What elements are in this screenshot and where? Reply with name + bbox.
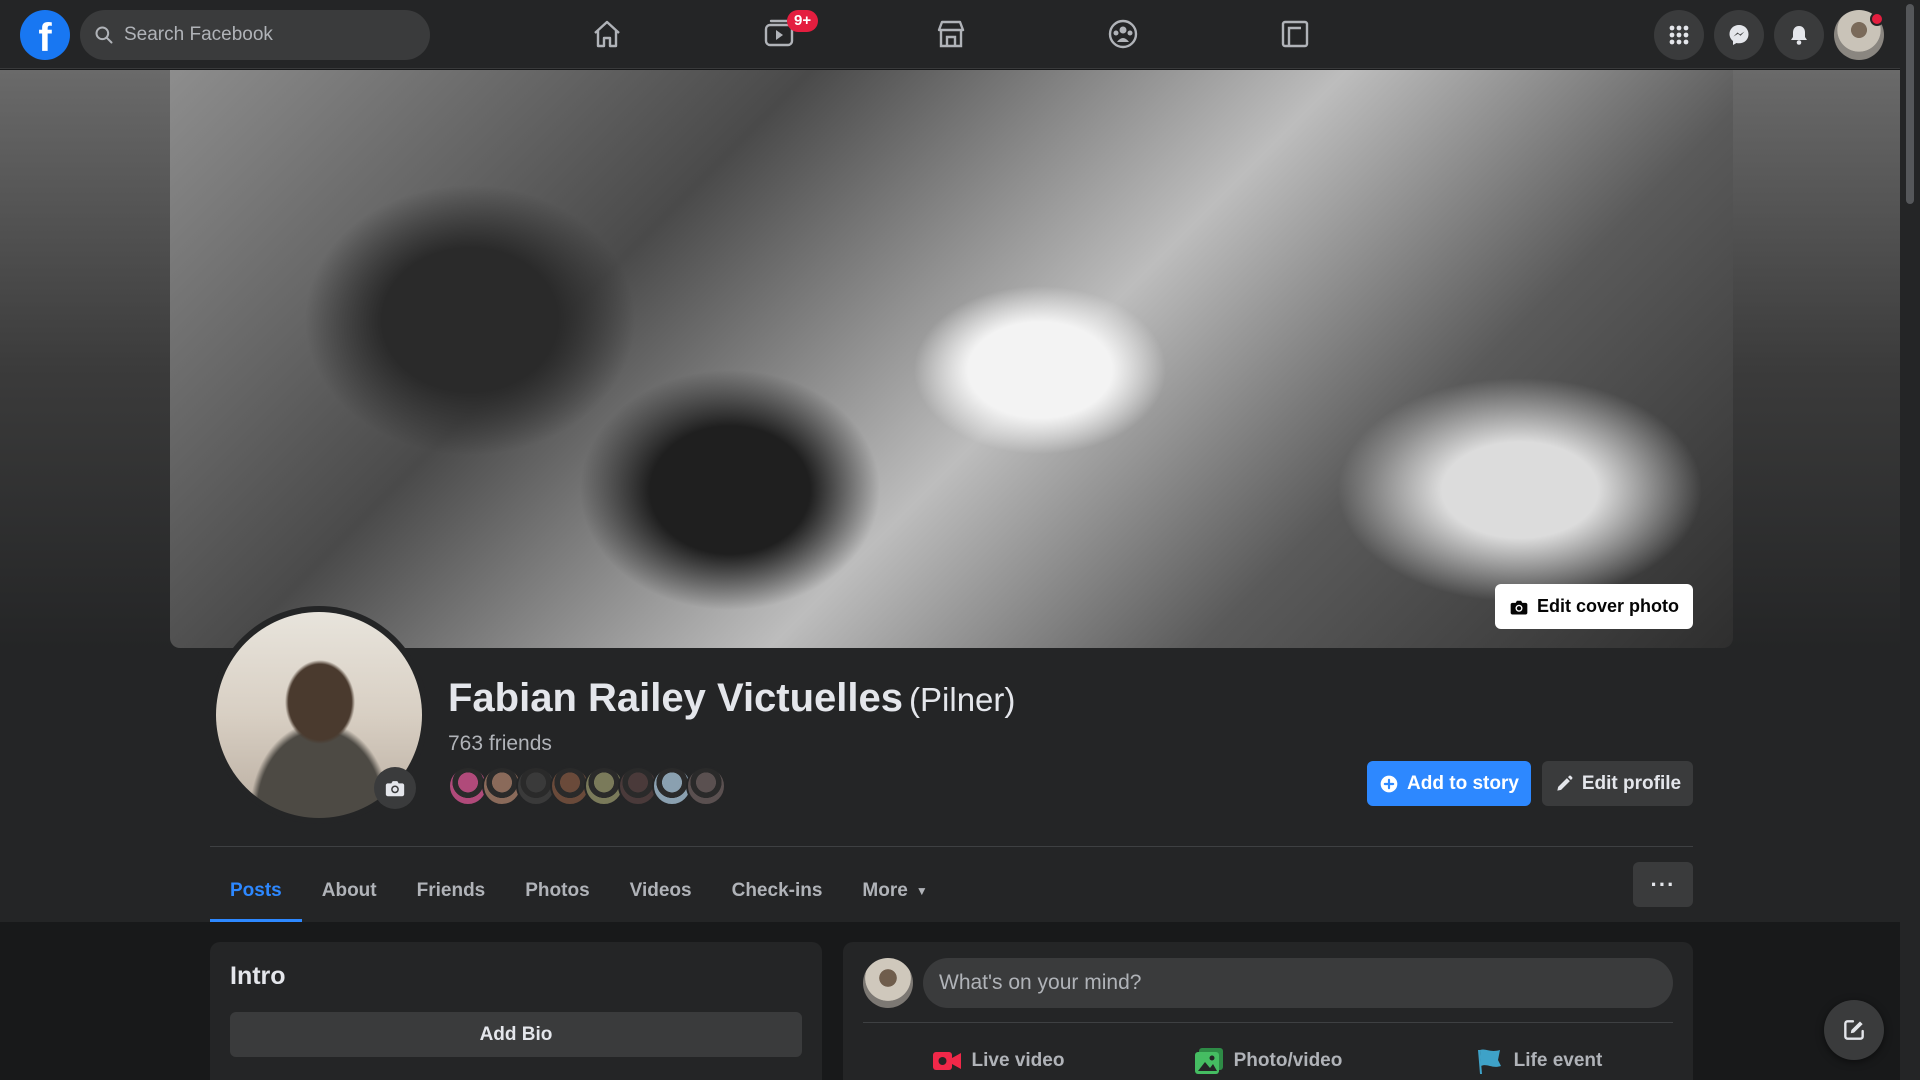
top-navigation-bar: f 9+ [0,0,1900,69]
camera-icon [1510,600,1528,614]
facebook-logo[interactable]: f [20,10,70,60]
composer-actions: Live video Photo/video Life event [863,1036,1673,1080]
add-bio-button[interactable]: Add Bio [230,1012,802,1057]
menu-button[interactable] [1654,10,1704,60]
life-event-label: Life event [1513,1050,1603,1071]
friend-avatar-stack[interactable] [448,766,726,806]
new-message-button[interactable] [1824,1000,1884,1060]
home-icon [594,20,620,48]
camera-icon [385,781,405,797]
notifications-button[interactable] [1774,10,1824,60]
scrollbar-thumb[interactable] [1906,4,1914,204]
profile-name: Fabian Railey Victuelles [448,676,904,720]
menu-grid-icon [1669,25,1689,45]
tab-photos[interactable]: Photos [505,860,609,922]
messenger-button[interactable] [1714,10,1764,60]
friends-count-link[interactable]: 763 friends [448,732,552,756]
nav-groups[interactable] [1059,6,1187,62]
nav-watch[interactable]: 9+ [715,6,843,62]
search-icon [95,26,113,44]
post-composer-card: What's on your mind? Live video Photo/vi… [843,942,1693,1080]
plus-circle-icon [1380,775,1398,792]
post-composer-input[interactable]: What's on your mind? [923,958,1673,1008]
live-video-label: Live video [971,1050,1065,1071]
search-bar[interactable] [80,10,430,60]
profile-divider [210,846,1693,847]
tab-friends[interactable]: Friends [397,860,506,922]
profile-name-line: Fabian Railey Victuelles (Pilner) [448,676,1015,721]
edit-profile-label: Edit profile [1581,772,1682,794]
avatar[interactable] [863,958,913,1008]
life-event-icon [1477,1049,1501,1074]
tab-posts[interactable]: Posts [210,860,302,922]
edit-cover-photo-button[interactable]: Edit cover photo [1495,584,1693,629]
groups-icon [1108,19,1138,49]
nav-marketplace[interactable] [887,6,1015,62]
watch-badge: 9+ [787,10,819,32]
marketplace-icon [937,20,965,48]
friend-avatar[interactable] [686,766,726,806]
live-video-button[interactable]: Live video [863,1036,1133,1080]
search-input[interactable] [124,24,414,46]
tab-label: Photos [525,880,590,901]
profile-nickname: (Pilner) [909,681,1016,718]
live-video-icon [932,1052,961,1070]
nav-home[interactable] [543,6,671,62]
tab-videos[interactable]: Videos [610,860,712,922]
nav-gaming[interactable] [1231,6,1359,62]
messenger-icon [1729,25,1749,45]
tab-about[interactable]: About [302,860,397,922]
add-to-story-label: Add to story [1407,772,1519,794]
tab-label: More [862,880,908,901]
edit-cover-photo-label: Edit cover photo [1536,596,1679,616]
account-notification-dot [1870,12,1884,26]
compose-icon [1844,1020,1864,1040]
composer-divider [863,1022,1673,1023]
tab-label: Videos [629,880,692,901]
gaming-icon [1281,20,1309,48]
life-event-button[interactable]: Life event [1403,1036,1673,1080]
profile-more-options-button[interactable]: ··· [1633,862,1693,907]
intro-card: Intro Add Bio [210,942,822,1080]
tab-label: About [321,880,377,901]
tab-check-ins[interactable]: Check-ins [712,860,843,922]
update-profile-picture-button[interactable] [374,767,416,809]
profile-tabs: Posts About Friends Photos Videos Check-… [210,860,948,922]
edit-profile-button[interactable]: Edit profile [1542,761,1693,806]
intro-title: Intro [230,962,286,990]
photo-video-icon [1194,1048,1223,1074]
tab-more[interactable]: More ▼ [842,860,947,922]
photo-video-label: Photo/video [1233,1050,1343,1071]
tab-label: Check-ins [731,880,823,901]
pencil-icon [1557,775,1573,791]
notifications-icon [1791,26,1807,45]
tab-label: Friends [416,880,486,901]
photo-video-button[interactable]: Photo/video [1133,1036,1403,1080]
cover-photo[interactable] [170,70,1733,648]
caret-down-icon: ▼ [915,884,928,898]
tab-label: Posts [230,880,282,901]
add-to-story-button[interactable]: Add to story [1367,761,1531,806]
